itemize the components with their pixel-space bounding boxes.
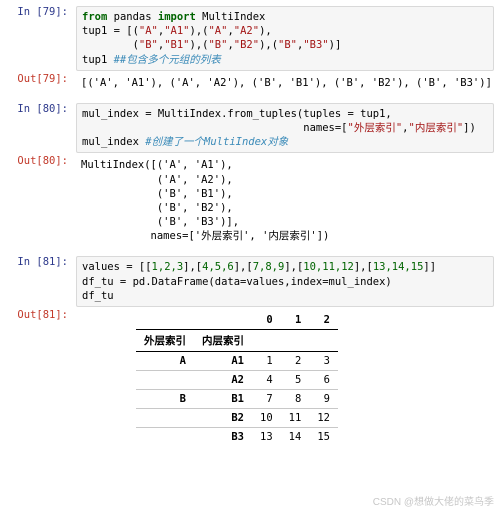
comment: ##包含多个元组的列表 bbox=[114, 54, 221, 66]
table-row: A2 4 5 6 bbox=[136, 370, 338, 389]
dataframe-table: 0 1 2 外层索引 内层索引 A A1 1 2 3 bbox=[136, 311, 338, 446]
col-2: 2 bbox=[309, 311, 338, 330]
index1-name: 内层索引 bbox=[194, 329, 252, 351]
output-81: 0 1 2 外层索引 内层索引 A A1 1 2 3 bbox=[76, 309, 494, 446]
col-0: 0 bbox=[252, 311, 281, 330]
table-row: A A1 1 2 3 bbox=[136, 351, 338, 370]
cell-in-81: In [81]: values = [[1,2,3],[4,5,6],[7,8,… bbox=[6, 256, 494, 307]
prompt-out-81: Out[81]: bbox=[6, 309, 76, 446]
code-in-80[interactable]: mul_index = MultiIndex.from_tuples(tuple… bbox=[76, 103, 494, 154]
cell-out-81: Out[81]: 0 1 2 外层索引 内层索引 A bbox=[6, 309, 494, 446]
output-79: [('A', 'A1'), ('A', 'A2'), ('B', 'B1'), … bbox=[76, 73, 497, 93]
prompt-in-80: In [80]: bbox=[6, 103, 76, 154]
col-1: 1 bbox=[281, 311, 310, 330]
code-in-79[interactable]: from pandas import MultiIndex tup1 = [("… bbox=[76, 6, 494, 71]
index0-name: 外层索引 bbox=[136, 329, 194, 351]
cell-in-80: In [80]: mul_index = MultiIndex.from_tup… bbox=[6, 103, 494, 154]
prompt-out-80: Out[80]: bbox=[6, 155, 76, 246]
prompt-in-81: In [81]: bbox=[6, 256, 76, 307]
cell-out-80: Out[80]: MultiIndex([('A', 'A1'), ('A', … bbox=[6, 155, 494, 246]
table-row: B3 13 14 15 bbox=[136, 427, 338, 446]
comment: #创建了一个MultiIndex对象 bbox=[145, 136, 288, 148]
code-in-81[interactable]: values = [[1,2,3],[4,5,6],[7,8,9],[10,11… bbox=[76, 256, 494, 307]
kw-from: from bbox=[82, 11, 107, 23]
kw-import: import bbox=[158, 11, 196, 23]
prompt-out-79: Out[79]: bbox=[6, 73, 76, 93]
prompt-in-79: In [79]: bbox=[6, 6, 76, 71]
watermark: CSDN @想做大佬的菜鸟季 bbox=[373, 493, 494, 508]
cell-out-79: Out[79]: [('A', 'A1'), ('A', 'A2'), ('B'… bbox=[6, 73, 494, 93]
table-row: B B1 7 8 9 bbox=[136, 389, 338, 408]
table-row: B2 10 11 12 bbox=[136, 408, 338, 427]
output-80: MultiIndex([('A', 'A1'), ('A', 'A2'), ('… bbox=[76, 155, 494, 246]
cell-in-79: In [79]: from pandas import MultiIndex t… bbox=[6, 6, 494, 71]
